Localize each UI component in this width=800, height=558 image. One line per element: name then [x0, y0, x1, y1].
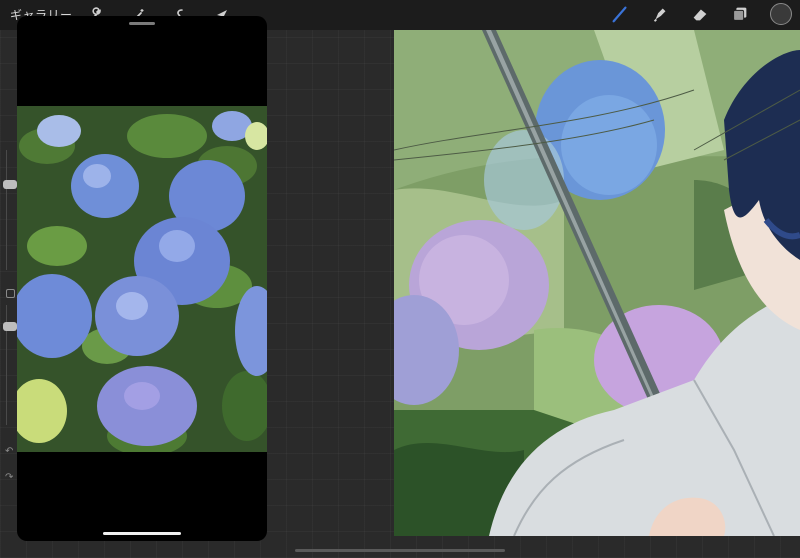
- modify-button[interactable]: [6, 289, 15, 298]
- brush-icon[interactable]: [610, 4, 630, 24]
- undo-icon[interactable]: ↶: [5, 446, 13, 457]
- opacity-slider-handle[interactable]: [3, 322, 17, 331]
- smudge-icon[interactable]: [650, 4, 670, 24]
- hydrangea-reference-photo: [17, 106, 267, 456]
- reference-window[interactable]: [17, 16, 267, 541]
- redo-icon[interactable]: ↷: [5, 472, 13, 483]
- hydrangea-umbrella-painting: [394, 30, 800, 536]
- painting-canvas[interactable]: [394, 30, 800, 536]
- sidebar-divider: [6, 150, 7, 270]
- home-indicator: [103, 532, 181, 535]
- layers-icon[interactable]: [730, 4, 750, 24]
- brush-size-slider-handle[interactable]: [3, 180, 17, 189]
- eraser-icon[interactable]: [690, 4, 710, 24]
- right-tool-group: [610, 3, 792, 25]
- reference-window-grabber[interactable]: [129, 22, 155, 25]
- home-indicator-bar: [295, 549, 505, 552]
- color-picker-swatch[interactable]: [770, 3, 792, 25]
